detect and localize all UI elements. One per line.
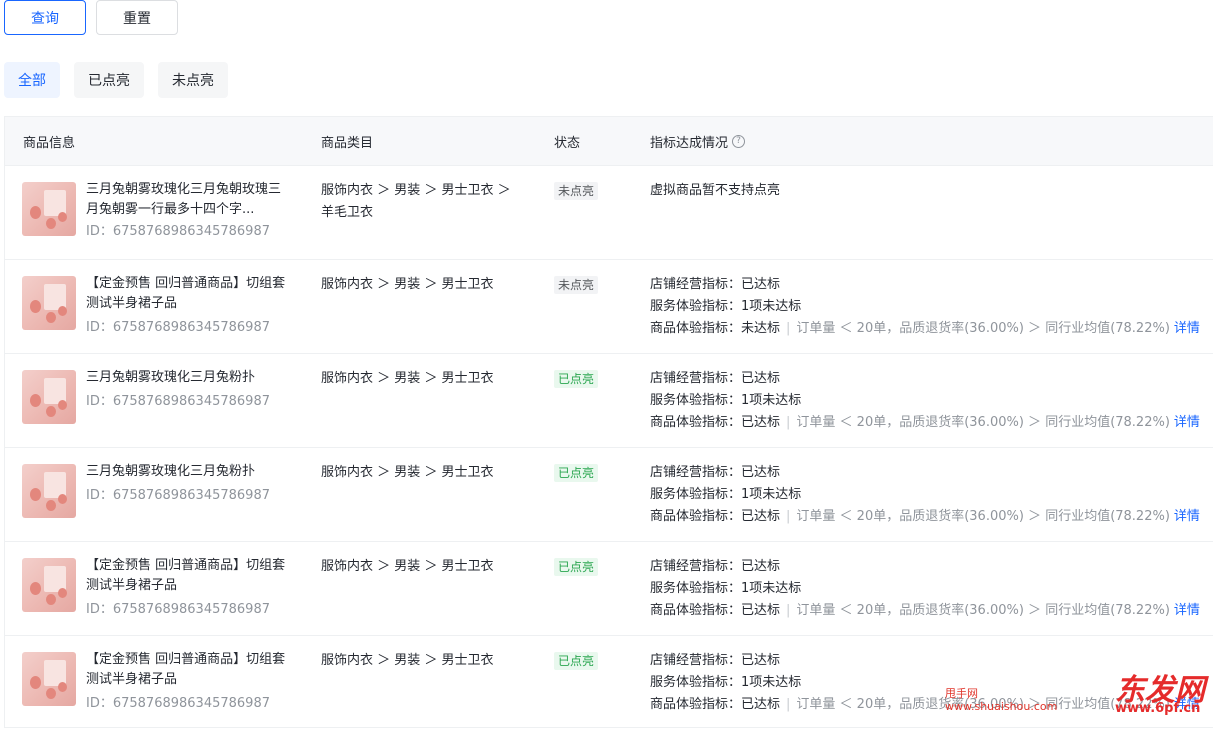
metric-product: 商品体验指标：已达标 | 订单量 ＜ 20单，品质退货率(36.00%) ＞ 同行业… (650, 694, 1200, 716)
detail-link[interactable]: 详情 (1174, 415, 1200, 430)
metric-note: 虚拟商品暂不支持点亮 (650, 183, 781, 198)
product-id: ID：6758768986345786987 (86, 224, 270, 239)
header-status: 状态 (554, 135, 581, 151)
status-badge: 已点亮 (554, 464, 599, 482)
metric-product: 商品体验指标：未达标 | 订单量 ＜ 20单，品质退货率(36.00%) ＞ 同行业… (650, 318, 1200, 340)
metric-product-detail: 订单量 ＜ 20单，品质退货率(36.00%) ＞ 同行业均值(78.22%) (796, 509, 1170, 524)
header-metric-label: 指标达成情况 (650, 135, 729, 151)
metric-product: 商品体验指标：已达标 | 订单量 ＜ 20单，品质退货率(36.00%) ＞ 同行业… (650, 506, 1200, 528)
metric-list: 店铺经营指标：已达标 服务体验指标：1项未达标 商品体验指标：未达标 | 订单量 ＜… (650, 274, 1200, 340)
product-thumbnail[interactable] (22, 464, 76, 518)
product-category: 服饰内衣 ＞ 男装 ＞ 男士卫衣 (321, 559, 494, 574)
metric-product-label: 商品体验指标：已达标 (650, 415, 781, 430)
table-row: 三月兔朝雾玫瑰化三月兔粉扑 ID：6758768986345786987 服饰内… (5, 447, 1213, 541)
metric-service: 服务体验指标：1项未达标 (650, 581, 802, 596)
divider: | (786, 509, 791, 524)
metric-list: 店铺经营指标：已达标 服务体验指标：1项未达标 商品体验指标：已达标 | 订单量 ＜… (650, 462, 1200, 528)
product-thumbnail[interactable] (22, 558, 76, 612)
metric-shop: 店铺经营指标：已达标 (650, 465, 781, 480)
detail-link[interactable]: 详情 (1174, 603, 1200, 618)
table-row: 【定金预售 回归普通商品】切组套测试半身裙子品 ID：6758768986345… (5, 541, 1213, 635)
product-title[interactable]: 【定金预售 回归普通商品】切组套测试半身裙子品 (86, 650, 286, 690)
metric-shop: 店铺经营指标：已达标 (650, 277, 781, 292)
product-id: ID：6758768986345786987 (86, 488, 270, 503)
metric-list: 店铺经营指标：已达标 服务体验指标：1项未达标 商品体验指标：已达标 | 订单量 ＜… (650, 556, 1200, 622)
metric-list: 店铺经营指标：已达标 服务体验指标：1项未达标 商品体验指标：已达标 | 订单量 ＜… (650, 368, 1200, 434)
filter-tabs: 全部 已点亮 未点亮 (4, 62, 228, 98)
header-product-info: 商品信息 (23, 135, 76, 151)
product-title[interactable]: 三月兔朝雾玫瑰化三月兔粉扑 (86, 368, 286, 388)
metric-service: 服务体验指标：1项未达标 (650, 299, 802, 314)
table-row: 【定金预售 回归普通商品】切组套测试半身裙子品 ID：6758768986345… (5, 259, 1213, 353)
product-category: 服饰内衣 ＞ 男装 ＞ 男士卫衣 (321, 277, 494, 292)
metric-service: 服务体验指标：1项未达标 (650, 487, 802, 502)
product-title[interactable]: 三月兔朝雾玫瑰化三月兔粉扑 (86, 462, 286, 482)
metric-product-detail: 订单量 ＜ 20单，品质退货率(36.00%) ＞ 同行业均值(78.22%) (796, 321, 1170, 336)
metric-product: 商品体验指标：已达标 | 订单量 ＜ 20单，品质退货率(36.00%) ＞ 同行业… (650, 600, 1200, 622)
metric-product-label: 商品体验指标：已达标 (650, 509, 781, 524)
header-metric: 指标达成情况 ? (650, 117, 746, 165)
metric-product: 商品体验指标：已达标 | 订单量 ＜ 20单，品质退货率(36.00%) ＞ 同行业… (650, 412, 1200, 434)
product-id: ID：6758768986345786987 (86, 394, 270, 409)
divider: | (786, 415, 791, 430)
metric-service: 服务体验指标：1项未达标 (650, 393, 802, 408)
product-id: ID：6758768986345786987 (86, 696, 270, 711)
metric-shop: 店铺经营指标：已达标 (650, 559, 781, 574)
status-badge: 已点亮 (554, 558, 599, 576)
metric-service: 服务体验指标：1项未达标 (650, 675, 802, 690)
product-category: 服饰内衣 ＞ 男装 ＞ 男士卫衣 ＞ 羊毛卫衣 (321, 183, 511, 220)
filter-tab-lit[interactable]: 已点亮 (74, 62, 144, 98)
reset-button[interactable]: 重置 (96, 0, 178, 35)
header-category: 商品类目 (321, 135, 374, 151)
metric-list: 店铺经营指标：已达标 服务体验指标：1项未达标 商品体验指标：已达标 | 订单量 ＜… (650, 650, 1200, 716)
divider: | (786, 697, 791, 712)
metric-shop: 店铺经营指标：已达标 (650, 371, 781, 386)
detail-link[interactable]: 详情 (1174, 321, 1200, 336)
product-thumbnail[interactable] (22, 652, 76, 706)
query-button[interactable]: 查询 (4, 0, 86, 35)
product-thumbnail[interactable] (22, 370, 76, 424)
product-title[interactable]: 【定金预售 回归普通商品】切组套测试半身裙子品 (86, 274, 286, 314)
metric-product-detail: 订单量 ＜ 20单，品质退货率(36.00%) ＞ 同行业均值(78.22%) (796, 603, 1170, 618)
product-id: ID：6758768986345786987 (86, 602, 270, 617)
product-category: 服饰内衣 ＞ 男装 ＞ 男士卫衣 (321, 371, 494, 386)
product-id: ID：6758768986345786987 (86, 320, 270, 335)
metric-product-detail: 订单量 ＜ 20单，品质退货率(36.00%) ＞ 同行业均值(78.22%) (796, 697, 1170, 712)
table-row: 三月兔朝雾玫瑰化三月兔朝玫瑰三月兔朝雾一行最多十四个字... ID：675876… (5, 165, 1213, 259)
table-row: 【定金预售 回归普通商品】切组套测试半身裙子品 ID：6758768986345… (5, 635, 1213, 729)
table-header: 商品信息 商品类目 状态 指标达成情况 ? (5, 117, 1213, 165)
product-table: 商品信息 商品类目 状态 指标达成情况 ? 三月兔朝雾玫瑰化三月兔朝玫瑰三月兔朝… (4, 116, 1213, 728)
filter-tab-unlit[interactable]: 未点亮 (158, 62, 228, 98)
status-badge: 已点亮 (554, 652, 599, 670)
product-thumbnail[interactable] (22, 276, 76, 330)
product-category: 服饰内衣 ＞ 男装 ＞ 男士卫衣 (321, 465, 494, 480)
product-title[interactable]: 【定金预售 回归普通商品】切组套测试半身裙子品 (86, 556, 286, 596)
table-row: 三月兔朝雾玫瑰化三月兔粉扑 ID：6758768986345786987 服饰内… (5, 353, 1213, 447)
product-thumbnail[interactable] (22, 182, 76, 236)
status-badge: 未点亮 (554, 182, 599, 200)
detail-link[interactable]: 详情 (1174, 697, 1200, 712)
question-circle-icon[interactable]: ? (732, 134, 746, 148)
metric-shop: 店铺经营指标：已达标 (650, 653, 781, 668)
metric-product-detail: 订单量 ＜ 20单，品质退货率(36.00%) ＞ 同行业均值(78.22%) (796, 415, 1170, 430)
metric-product-label: 商品体验指标：已达标 (650, 697, 781, 712)
divider: | (786, 321, 791, 336)
divider: | (786, 603, 791, 618)
status-badge: 已点亮 (554, 370, 599, 388)
filter-tab-all[interactable]: 全部 (4, 62, 60, 98)
metric-product-label: 商品体验指标：已达标 (650, 603, 781, 618)
product-title[interactable]: 三月兔朝雾玫瑰化三月兔朝玫瑰三月兔朝雾一行最多十四个字... (86, 180, 286, 220)
detail-link[interactable]: 详情 (1174, 509, 1200, 524)
metric-product-label: 商品体验指标：未达标 (650, 321, 781, 336)
product-category: 服饰内衣 ＞ 男装 ＞ 男士卫衣 (321, 653, 494, 668)
status-badge: 未点亮 (554, 276, 599, 294)
